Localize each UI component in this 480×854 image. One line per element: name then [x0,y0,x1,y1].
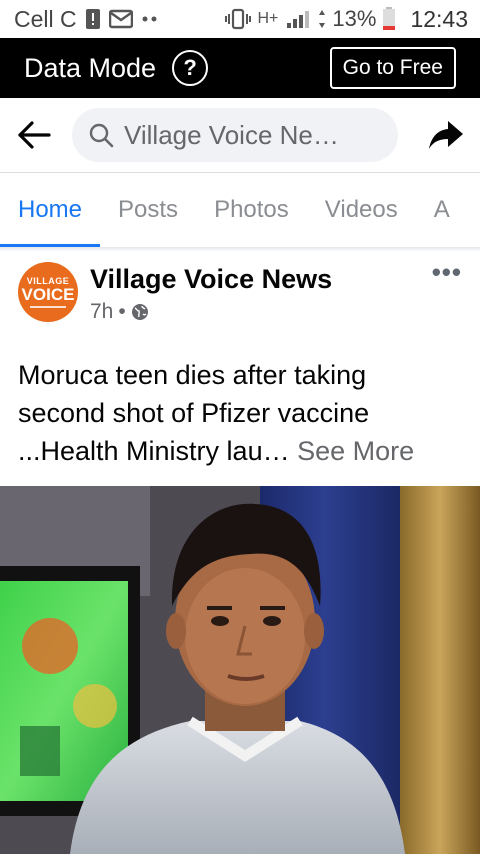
post-text-line-3-row: ...Health Ministry lau… See More [18,432,468,470]
more-notifications-icon [141,15,159,23]
post-text: Moruca teen dies after taking second sho… [18,356,468,470]
help-icon-symbol: ? [183,55,197,80]
page-name[interactable]: Village Voice News [90,262,332,296]
avatar-logo-line [30,305,66,308]
tab-home[interactable]: Home [0,173,101,247]
tab-posts[interactable]: Posts [100,173,196,247]
globe-icon [131,303,149,321]
search-header: Village Voice Ne… [0,98,480,172]
share-icon[interactable] [426,115,466,155]
post-text-line-2: second shot of Pfizer vaccine [18,398,370,428]
clock: 12:43 [410,5,468,32]
vibrate-icon [225,8,252,30]
post-header: VILLAGE VOICE Village Voice News 7h • ••… [0,252,480,342]
alert-icon [85,8,101,30]
avatar-logo-main: VOICE [21,284,75,304]
carrier-name: Cell C [14,5,77,32]
post-photo-illustration [0,486,480,854]
post-time-row: 7h • [90,300,332,324]
tab-photos[interactable]: Photos [196,173,307,247]
help-icon[interactable]: ? [172,50,209,86]
data-mode-title: Data Mode [24,52,157,83]
search-icon [88,122,114,148]
network-type: H+ [257,10,279,27]
battery-icon [382,7,396,31]
mail-icon [108,9,133,29]
battery-percent: 13% [332,6,377,31]
post-meta: Village Voice News 7h • [90,262,332,332]
search-input[interactable]: Village Voice Ne… [72,108,398,162]
separator-dot: • [118,300,126,323]
tab-about[interactable]: A [416,173,468,247]
post-text-line-1: Moruca teen dies after taking [18,360,367,390]
go-to-free-button[interactable]: Go to Free [329,47,456,89]
post-photo[interactable] [0,486,480,854]
data-arrows-icon [318,9,326,29]
back-arrow-icon[interactable] [14,115,54,155]
page-tabs: Home Posts Photos Videos A [0,173,480,247]
more-options-icon[interactable]: ••• [432,259,462,332]
status-bar: Cell C H+ 13% 12:43 [0,0,480,38]
data-mode-bar: Data Mode ? Go to Free [0,38,480,98]
see-more-link[interactable]: See More [297,436,414,466]
avatar[interactable]: VILLAGE VOICE [18,262,78,322]
post-text-line-3: ...Health Ministry lau… [18,436,298,466]
post-time[interactable]: 7h [90,300,113,324]
search-query: Village Voice Ne… [124,119,339,150]
tab-videos[interactable]: Videos [307,173,416,247]
signal-icon [286,9,312,29]
